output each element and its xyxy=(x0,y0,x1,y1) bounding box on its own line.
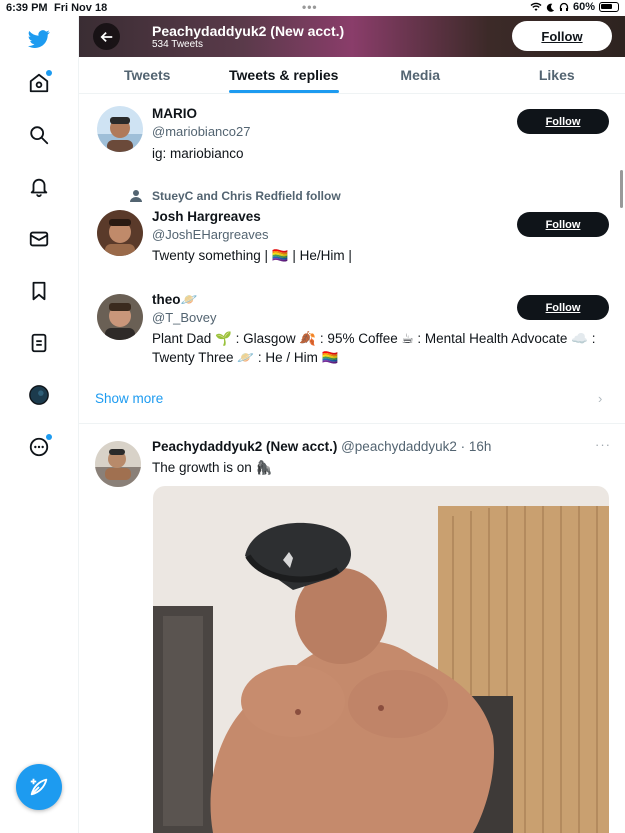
suggestion-name[interactable]: theo🪐 xyxy=(152,292,197,308)
compose-tweet-icon xyxy=(30,778,48,796)
lists-icon[interactable] xyxy=(26,330,52,356)
header-follow-button[interactable]: Follow xyxy=(512,21,612,51)
follow-button[interactable]: Follow xyxy=(517,295,609,320)
follow-button[interactable]: Follow xyxy=(517,212,609,237)
back-button[interactable] xyxy=(93,23,120,50)
status-right: 60% xyxy=(530,1,619,13)
multitasking-dots[interactable]: ••• xyxy=(302,0,318,14)
status-date: Fri Nov 18 xyxy=(54,2,108,14)
compose-tweet-button[interactable] xyxy=(16,764,62,810)
suggestion-handle[interactable]: @JoshEHargreaves xyxy=(152,227,269,242)
profile-tabs: Tweets Tweets & replies Media Likes xyxy=(79,57,625,94)
tweet-text: The growth is on 🦍 xyxy=(152,460,273,475)
bookmarks-icon[interactable] xyxy=(26,278,52,304)
tweet-avatar[interactable] xyxy=(95,441,141,487)
tab-tweets[interactable]: Tweets xyxy=(79,57,216,93)
wifi-icon xyxy=(530,2,542,11)
tab-media[interactable]: Media xyxy=(352,57,489,93)
follow-button[interactable]: Follow xyxy=(517,109,609,134)
moon-icon xyxy=(546,3,555,12)
twitter-logo-icon[interactable] xyxy=(26,26,52,52)
left-navigation xyxy=(0,16,79,833)
profile-name: Peachydaddyuk2 (New acct.) xyxy=(152,23,345,39)
more-icon[interactable] xyxy=(26,434,52,460)
scrollbar[interactable] xyxy=(620,170,623,208)
suggestion-handle[interactable]: @T_Bovey xyxy=(152,310,217,325)
status-time: 6:39 PM xyxy=(6,2,48,14)
notifications-icon[interactable] xyxy=(26,174,52,200)
home-icon[interactable] xyxy=(26,70,52,96)
tweet-media-image[interactable] xyxy=(153,486,609,833)
tab-likes[interactable]: Likes xyxy=(489,57,625,93)
suggestion-bio: ig: mariobianco xyxy=(152,146,244,161)
battery-percent: 60% xyxy=(572,1,595,13)
more-badge xyxy=(46,434,52,440)
profile-header: Peachydaddyuk2 (New acct.) 534 Tweets Fo… xyxy=(79,16,625,57)
show-more-link[interactable]: Show more xyxy=(95,391,163,406)
headphones-icon xyxy=(559,2,569,11)
tweet-header: Peachydaddyuk2 (New acct.) @peachydaddyu… xyxy=(152,439,491,454)
tweet-author-name[interactable]: Peachydaddyuk2 (New acct.) xyxy=(152,439,337,454)
suggestion-name[interactable]: Josh Hargreaves xyxy=(152,209,261,224)
follow-suggestion[interactable]: theo🪐 @T_Bovey Plant Dad 🌱 : Glasgow 🍂 :… xyxy=(79,290,625,370)
follow-suggestion[interactable]: MARIO @mariobianco27 ig: mariobianco Fol… xyxy=(79,104,625,164)
suggestion-bio: Twenty something | 🏳️‍🌈 | He/Him | xyxy=(152,248,352,263)
section-divider xyxy=(79,423,625,424)
battery-icon xyxy=(599,2,619,12)
search-icon[interactable] xyxy=(26,122,52,148)
tweet-more-icon[interactable]: ··· xyxy=(595,437,611,452)
avatar[interactable] xyxy=(97,294,143,340)
back-arrow-icon xyxy=(100,31,112,42)
home-badge xyxy=(46,70,52,76)
messages-icon[interactable] xyxy=(26,226,52,252)
avatar[interactable] xyxy=(97,106,143,152)
tweet-count: 534 Tweets xyxy=(152,39,203,50)
suggestion-bio: Plant Dad 🌱 : Glasgow 🍂 : 95% Coffee ☕ :… xyxy=(152,331,596,365)
profile-avatar[interactable] xyxy=(26,382,52,408)
social-context: StueyC and Chris Redfield follow xyxy=(152,189,341,203)
tweet-timestamp[interactable]: · 16h xyxy=(461,439,492,454)
status-bar: 6:39 PM Fri Nov 18 ••• 60% xyxy=(0,0,625,16)
suggestion-handle[interactable]: @mariobianco27 xyxy=(152,124,250,139)
person-icon xyxy=(130,190,142,202)
avatar[interactable] xyxy=(97,210,143,256)
chevron-right-icon[interactable]: › xyxy=(598,391,602,406)
suggestion-name[interactable]: MARIO xyxy=(152,106,197,121)
tab-tweets-replies[interactable]: Tweets & replies xyxy=(216,57,353,93)
tweet-author-handle[interactable]: @peachydaddyuk2 xyxy=(341,439,457,454)
follow-suggestion[interactable]: StueyC and Chris Redfield follow Josh Ha… xyxy=(79,186,625,266)
